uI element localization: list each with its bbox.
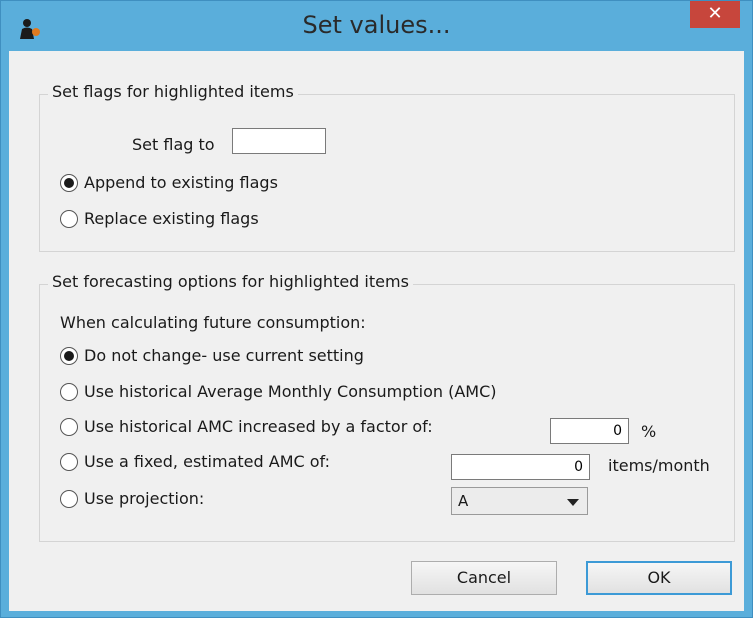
dialog-window: Set values... ✕ Set flags for highlighte… <box>0 0 753 618</box>
replace-flags-label: Replace existing flags <box>84 209 259 228</box>
radio-button[interactable] <box>60 209 78 228</box>
radio-button[interactable] <box>60 489 78 508</box>
amc-factor-radio[interactable]: Use historical AMC increased by a factor… <box>60 417 433 436</box>
cancel-button[interactable]: Cancel <box>411 561 557 595</box>
radio-button-checked[interactable] <box>60 346 78 365</box>
forecast-group-title: Set forecasting options for highlighted … <box>48 272 413 291</box>
historical-amc-label: Use historical Average Monthly Consumpti… <box>84 382 497 401</box>
projection-radio[interactable]: Use projection: <box>60 489 204 508</box>
fixed-amc-radio[interactable]: Use a fixed, estimated AMC of: <box>60 452 330 471</box>
append-flags-label: Append to existing flags <box>84 173 278 192</box>
amc-factor-label: Use historical AMC increased by a factor… <box>84 417 433 436</box>
append-flags-radio[interactable]: Append to existing flags <box>60 173 278 192</box>
radio-button[interactable] <box>60 417 78 436</box>
no-change-radio[interactable]: Do not change- use current setting <box>60 346 364 365</box>
historical-amc-radio[interactable]: Use historical Average Monthly Consumpti… <box>60 382 497 401</box>
radio-button-checked[interactable] <box>60 173 78 192</box>
close-button[interactable]: ✕ <box>690 1 740 28</box>
flags-group: Set flags for highlighted items Set flag… <box>39 82 735 252</box>
ok-button[interactable]: OK <box>586 561 732 595</box>
dialog-client-area: Set flags for highlighted items Set flag… <box>9 51 744 611</box>
title-bar[interactable]: Set values... ✕ <box>1 1 752 51</box>
replace-flags-radio[interactable]: Replace existing flags <box>60 209 259 228</box>
fixed-amc-input[interactable] <box>451 454 590 480</box>
fixed-amc-unit-label: items/month <box>608 456 710 475</box>
radio-button[interactable] <box>60 382 78 401</box>
radio-button[interactable] <box>60 452 78 471</box>
forecast-group: Set forecasting options for highlighted … <box>39 272 735 542</box>
forecast-intro-label: When calculating future consumption: <box>60 313 366 332</box>
flags-group-title: Set flags for highlighted items <box>48 82 298 101</box>
no-change-label: Do not change- use current setting <box>84 346 364 365</box>
set-flag-input[interactable] <box>232 128 326 154</box>
amc-factor-input[interactable] <box>550 418 629 444</box>
fixed-amc-label: Use a fixed, estimated AMC of: <box>84 452 330 471</box>
set-flag-label: Set flag to <box>132 135 215 154</box>
projection-select[interactable]: A <box>451 487 588 515</box>
projection-label: Use projection: <box>84 489 205 508</box>
window-title: Set values... <box>302 11 451 39</box>
factor-unit-label: % <box>641 422 657 441</box>
projection-selected-value: A <box>458 492 469 510</box>
chevron-down-icon[interactable] <box>567 499 579 506</box>
